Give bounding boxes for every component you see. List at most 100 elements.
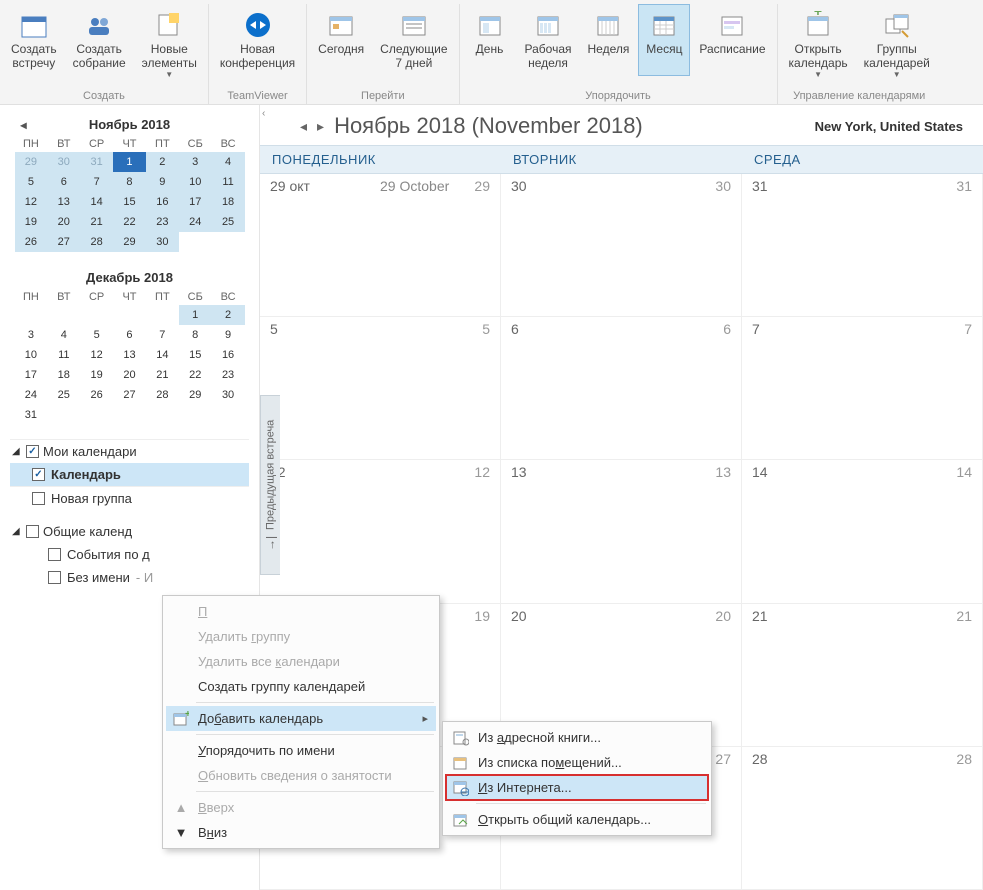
mini-cal-day[interactable]: 17 xyxy=(15,365,48,385)
month-cell[interactable]: 2121 xyxy=(742,604,983,746)
cal-prev-month[interactable]: ◂ xyxy=(300,118,307,135)
month-cell[interactable]: 1414 xyxy=(742,460,983,602)
mini-cal-day[interactable]: 30 xyxy=(212,385,245,405)
mini-cal-day[interactable]: 28 xyxy=(146,385,179,405)
mini-cal-day[interactable]: 21 xyxy=(80,212,113,232)
submenu-from-address-book[interactable]: Из адресной книги... xyxy=(446,725,708,750)
mini-cal-day[interactable]: 13 xyxy=(113,345,146,365)
mini-cal-day[interactable]: 27 xyxy=(113,385,146,405)
menu-sort-by-name[interactable]: Упорядочить по имени xyxy=(166,738,436,763)
mini-cal-day[interactable]: 29 xyxy=(15,152,48,172)
mini-cal-day[interactable]: 26 xyxy=(80,385,113,405)
month-cell[interactable]: 1313 xyxy=(501,460,742,602)
week-view-button[interactable]: Неделя xyxy=(581,4,637,76)
month-view-button[interactable]: Месяц xyxy=(638,4,690,76)
mini-cal-day[interactable]: 23 xyxy=(212,365,245,385)
mini-cal-day[interactable]: 5 xyxy=(80,325,113,345)
mini-cal-day[interactable]: 3 xyxy=(179,152,212,172)
mini-cal-day[interactable]: 2 xyxy=(146,152,179,172)
mini-cal-day[interactable]: 1 xyxy=(179,305,212,325)
mini-cal-day[interactable]: 14 xyxy=(80,192,113,212)
mini-cal-day[interactable]: 15 xyxy=(179,345,212,365)
calendar-groups-button[interactable]: Группы календарей ▼ xyxy=(857,4,937,84)
new-items-button[interactable]: Новые элементы ▼ xyxy=(135,4,204,84)
mini-cal-day[interactable]: 26 xyxy=(15,232,48,252)
open-calendar-button[interactable]: + Открыть календарь ▼ xyxy=(782,4,855,84)
new-conference-button[interactable]: Новая конференция xyxy=(213,4,302,76)
mini-cal-day[interactable]: 25 xyxy=(47,385,80,405)
month-cell[interactable]: 2828 xyxy=(742,747,983,889)
calendar-group-my-header[interactable]: ◢ Мои календари xyxy=(10,440,249,463)
day-view-button[interactable]: День xyxy=(464,4,516,76)
checkbox-icon[interactable] xyxy=(26,445,39,458)
month-cell[interactable]: 66 xyxy=(501,317,742,459)
mini-cal-day[interactable]: 20 xyxy=(47,212,80,232)
mini-cal-day[interactable]: 7 xyxy=(80,172,113,192)
mini-cal-day[interactable]: 23 xyxy=(146,212,179,232)
mini-cal-day[interactable]: 6 xyxy=(113,325,146,345)
mini-cal-day[interactable]: 4 xyxy=(212,152,245,172)
mini-cal-day[interactable]: 12 xyxy=(80,345,113,365)
month-cell[interactable]: 29 окт29 October29 xyxy=(260,174,501,316)
mini-cal-day[interactable]: 27 xyxy=(47,232,80,252)
mini-cal-day[interactable]: 9 xyxy=(146,172,179,192)
mini-cal-day[interactable]: 4 xyxy=(47,325,80,345)
checkbox-icon[interactable] xyxy=(32,492,45,505)
mini-cal-day[interactable]: 18 xyxy=(212,192,245,212)
checkbox-icon[interactable] xyxy=(32,468,45,481)
mini-cal-day[interactable]: 31 xyxy=(80,152,113,172)
month-cell[interactable]: 1212 xyxy=(260,460,501,602)
mini-cal-day[interactable]: 30 xyxy=(146,232,179,252)
mini-cal-day[interactable]: 8 xyxy=(179,325,212,345)
mini-cal-day[interactable]: 29 xyxy=(113,232,146,252)
mini-cal-day[interactable]: 9 xyxy=(212,325,245,345)
calendar-item-new-group[interactable]: Новая группа xyxy=(10,487,249,510)
checkbox-icon[interactable] xyxy=(48,571,61,584)
next-7-days-button[interactable]: Следующие 7 дней xyxy=(373,4,454,76)
mini-cal-day[interactable]: 18 xyxy=(47,365,80,385)
mini-cal-day[interactable]: 17 xyxy=(179,192,212,212)
month-cell[interactable]: 55 xyxy=(260,317,501,459)
mini-cal-day[interactable]: 16 xyxy=(212,345,245,365)
mini-cal-day[interactable]: 7 xyxy=(146,325,179,345)
previous-meeting-tab[interactable]: →| Предыдущая встреча xyxy=(260,395,280,575)
mini-cal-day[interactable]: 19 xyxy=(80,365,113,385)
mini-cal-day[interactable]: 22 xyxy=(179,365,212,385)
mini-cal-day[interactable]: 10 xyxy=(15,345,48,365)
today-button[interactable]: Сегодня xyxy=(311,4,371,76)
submenu-from-internet[interactable]: Из Интернета... xyxy=(446,775,708,800)
mini-cal-day[interactable]: 31 xyxy=(15,405,48,425)
new-appointment-button[interactable]: Создать собрание xyxy=(66,4,133,84)
submenu-from-room-list[interactable]: Из списка помещений... xyxy=(446,750,708,775)
new-meeting-button[interactable]: Создать встречу xyxy=(4,4,64,84)
add-calendar-submenu[interactable]: Из адресной книги... Из списка помещений… xyxy=(442,721,712,836)
mini-cal-day[interactable]: 20 xyxy=(113,365,146,385)
mini-calendar-december[interactable]: ◂ Декабрь 2018 ▸ ПНВТСРЧТПТСБВС 12345678… xyxy=(15,266,245,425)
schedule-view-button[interactable]: Расписание xyxy=(692,4,772,76)
mini-cal-day[interactable]: 25 xyxy=(212,212,245,232)
mini-cal-day[interactable]: 5 xyxy=(15,172,48,192)
mini-cal-day[interactable]: 12 xyxy=(15,192,48,212)
mini-cal-day[interactable]: 6 xyxy=(47,172,80,192)
mini-cal-day[interactable]: 13 xyxy=(47,192,80,212)
mini-cal-day[interactable]: 8 xyxy=(113,172,146,192)
mini-cal-day[interactable]: 3 xyxy=(15,325,48,345)
mini-cal-day[interactable]: 29 xyxy=(179,385,212,405)
month-cell[interactable]: 3131 xyxy=(742,174,983,316)
mini-cal-day[interactable]: 28 xyxy=(80,232,113,252)
menu-add-calendar[interactable]: + Добавить календарь xyxy=(166,706,436,731)
mini-calendar-november[interactable]: ◂ Ноябрь 2018 ▸ ПНВТСРЧТПТСБВС 293031123… xyxy=(15,113,245,252)
cal-next-month[interactable]: ▸ xyxy=(317,118,324,135)
mini-cal-day[interactable]: 24 xyxy=(179,212,212,232)
mini-cal-prev[interactable]: ◂ xyxy=(15,118,33,132)
calendar-item-main[interactable]: Календарь xyxy=(10,463,249,486)
mini-cal-day[interactable]: 2 xyxy=(212,305,245,325)
context-menu[interactable]: П Удалить группу Удалить все календари С… xyxy=(162,595,440,849)
mini-cal-day[interactable]: 21 xyxy=(146,365,179,385)
mini-cal-day[interactable]: 19 xyxy=(15,212,48,232)
mini-cal-day[interactable]: 1 xyxy=(113,152,146,172)
mini-cal-day[interactable]: 10 xyxy=(179,172,212,192)
checkbox-icon[interactable] xyxy=(26,525,39,538)
checkbox-icon[interactable] xyxy=(48,548,61,561)
mini-cal-day[interactable]: 24 xyxy=(15,385,48,405)
